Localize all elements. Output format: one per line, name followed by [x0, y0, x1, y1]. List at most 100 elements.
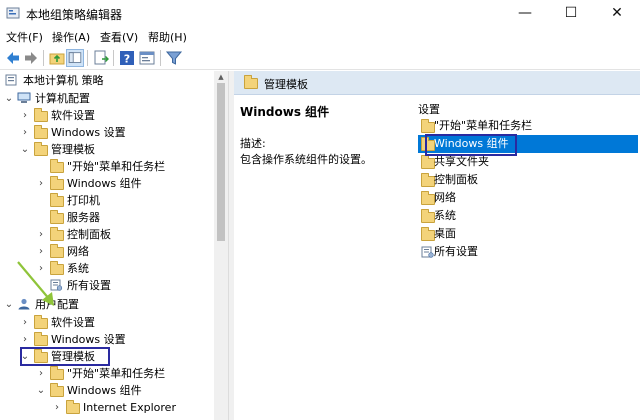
tree-label: 软件设置: [51, 316, 95, 329]
tree-item-uc-admin-start[interactable]: › "开始"菜单和任务栏: [36, 365, 212, 382]
tree-item-uc-admin-ie[interactable]: › Internet Explorer: [52, 399, 212, 416]
minimize-button[interactable]: —: [502, 0, 548, 26]
menu-help[interactable]: 帮助(H): [148, 29, 187, 45]
computer-policy-icon: [5, 74, 17, 86]
properties-icon[interactable]: [138, 49, 156, 67]
tree-item-cc-admin-wincomp[interactable]: › Windows 组件: [36, 175, 212, 192]
folder-icon: [421, 173, 435, 187]
folder-icon: [421, 119, 435, 133]
maximize-button[interactable]: ☐: [548, 0, 594, 26]
tree-label: Windows 设置: [51, 126, 126, 139]
tree-item-cc-admin-network[interactable]: › 网络: [36, 243, 212, 260]
folder-icon: [34, 125, 48, 139]
folder-icon: [50, 193, 64, 207]
chevron-right-icon[interactable]: ›: [52, 399, 62, 416]
list-item-start-menu[interactable]: "开始"菜单和任务栏: [418, 117, 638, 135]
detail-header-title: 管理模板: [264, 78, 308, 91]
chevron-right-icon[interactable]: ›: [36, 175, 46, 192]
tree-label: Internet Explorer: [83, 401, 176, 414]
folder-icon: [50, 244, 64, 258]
toolbar: ?: [0, 46, 640, 70]
folder-icon: [421, 155, 435, 169]
tree-label: 计算机配置: [35, 92, 90, 105]
folder-icon: [50, 176, 64, 190]
list-item-desktop[interactable]: 桌面: [418, 225, 638, 243]
tree-pane[interactable]: 本地计算机 策略 ⌄ 计算机配置 › 软件设置 › Windows 设置 ⌄ 管…: [0, 71, 228, 420]
tree-item-cc-admin-printer[interactable]: 打印机: [36, 192, 212, 209]
toolbar-separator: [160, 50, 161, 66]
list-item-system[interactable]: 系统: [418, 207, 638, 225]
chevron-right-icon[interactable]: ›: [20, 314, 30, 331]
close-button[interactable]: ✕: [594, 0, 640, 26]
toolbar-separator: [113, 50, 114, 66]
chevron-right-icon[interactable]: ›: [20, 107, 30, 124]
tree-label: "开始"菜单和任务栏: [67, 160, 166, 173]
chevron-down-icon[interactable]: ⌄: [4, 90, 14, 107]
list-item-control-panel[interactable]: 控制面板: [418, 171, 638, 189]
tree-label: 网络: [67, 245, 89, 258]
menu-view[interactable]: 查看(V): [100, 29, 138, 45]
tree-label: 管理模板: [51, 143, 95, 156]
scrollbar-thumb[interactable]: [217, 83, 225, 241]
tree-item-cc-admin-all[interactable]: 所有设置: [36, 277, 212, 294]
window-title: 本地组策略编辑器: [26, 8, 123, 22]
list-item-label: 桌面: [434, 227, 456, 240]
tree-item-uc-windows[interactable]: › Windows 设置: [20, 331, 212, 348]
chevron-down-icon[interactable]: ⌄: [36, 382, 46, 399]
tree-scrollbar[interactable]: ▲: [214, 71, 228, 420]
filter-icon[interactable]: [165, 49, 183, 67]
chevron-right-icon[interactable]: ›: [36, 365, 46, 382]
folder-icon: [34, 332, 48, 346]
tree-item-computer-config[interactable]: ⌄ 计算机配置: [4, 90, 212, 107]
help-icon[interactable]: ?: [118, 49, 136, 67]
all-settings-icon: [421, 246, 434, 258]
folder-icon: [34, 108, 48, 122]
list-item-label: "开始"菜单和任务栏: [434, 119, 533, 132]
chevron-down-icon[interactable]: ⌄: [20, 141, 30, 158]
toolbar-separator: [43, 50, 44, 66]
chevron-right-icon[interactable]: ›: [20, 124, 30, 141]
toolbar-separator: [87, 50, 88, 66]
list-item-label: 控制面板: [434, 173, 478, 186]
tree-item-cc-software[interactable]: › 软件设置: [20, 107, 212, 124]
menu-file[interactable]: 文件(F): [6, 29, 43, 45]
folder-icon: [50, 210, 64, 224]
chevron-right-icon[interactable]: ›: [36, 226, 46, 243]
title-bar: 本地组策略编辑器 — ☐ ✕: [0, 0, 640, 26]
tree-item-cc-windows[interactable]: › Windows 设置: [20, 124, 212, 141]
tree-label: Windows 设置: [51, 333, 126, 346]
tree-label: 控制面板: [67, 228, 111, 241]
folder-icon: [50, 227, 64, 241]
folder-icon: [50, 366, 64, 380]
tree-item-cc-admin-system[interactable]: › 系统: [36, 260, 212, 277]
menu-action[interactable]: 操作(A): [52, 29, 90, 45]
folder-icon: [50, 383, 64, 397]
tree-label: "开始"菜单和任务栏: [67, 367, 166, 380]
folder-icon: [50, 159, 64, 173]
scroll-up-icon[interactable]: ▲: [214, 71, 228, 83]
tree-item-uc-software[interactable]: › 软件设置: [20, 314, 212, 331]
folder-icon: [421, 209, 435, 223]
tree-label: 服务器: [67, 211, 100, 224]
tree-item-cc-admin-server[interactable]: 服务器: [36, 209, 212, 226]
folder-icon: [421, 191, 435, 205]
detail-header: 管理模板: [234, 71, 640, 95]
folder-icon: [34, 142, 48, 156]
tree-item-cc-admin[interactable]: ⌄ 管理模板: [20, 141, 212, 158]
forward-icon[interactable]: [22, 49, 40, 67]
settings-column-header[interactable]: 设置: [418, 101, 440, 117]
chevron-right-icon[interactable]: ›: [20, 331, 30, 348]
svg-text:?: ?: [124, 53, 130, 66]
list-item-network[interactable]: 网络: [418, 189, 638, 207]
tree-item-cc-admin-start[interactable]: "开始"菜单和任务栏: [36, 158, 212, 175]
tree-item-uc-admin-wincomp[interactable]: ⌄ Windows 组件: [36, 382, 212, 399]
tree-item-root[interactable]: 本地计算机 策略: [2, 72, 212, 89]
up-folder-icon[interactable]: [48, 49, 66, 67]
export-list-icon[interactable]: [92, 49, 110, 67]
tree-item-cc-admin-control[interactable]: › 控制面板: [36, 226, 212, 243]
show-hide-tree-icon[interactable]: [66, 49, 84, 67]
back-icon[interactable]: [4, 49, 22, 67]
folder-icon: [34, 315, 48, 329]
tree-label: Windows 组件: [67, 177, 142, 190]
list-item-all-settings[interactable]: 所有设置: [418, 243, 638, 261]
